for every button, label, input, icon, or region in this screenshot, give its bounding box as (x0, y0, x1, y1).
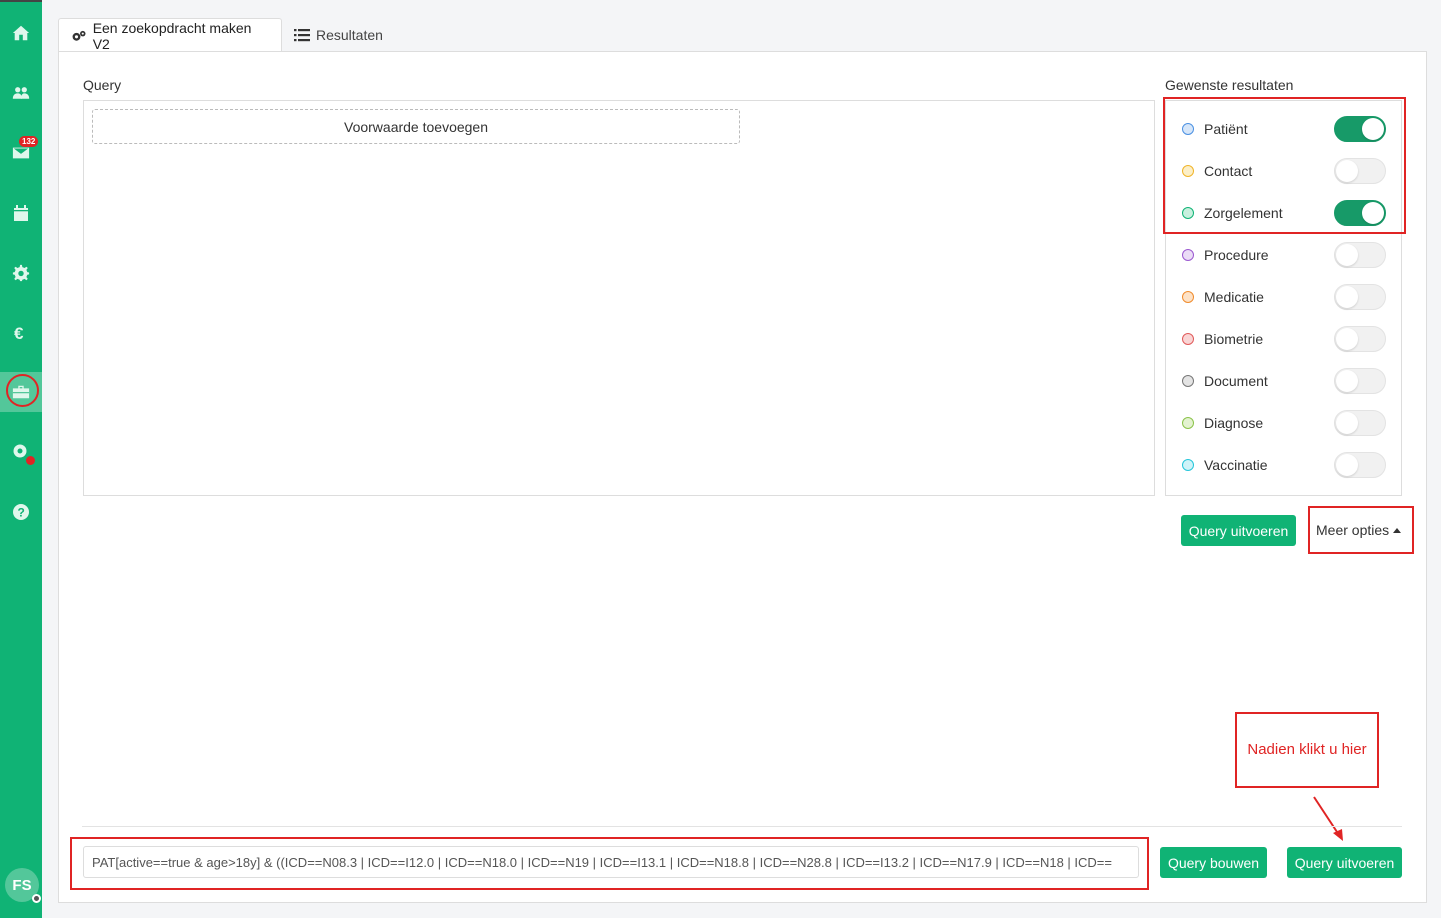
caret-up-icon (1393, 527, 1402, 533)
annotation-arrow-icon (1313, 796, 1343, 841)
result-row-vaccinatie: Vaccinatie (1182, 451, 1386, 479)
color-dot (1182, 249, 1194, 261)
desired-results-label: Gewenste resultaten (1165, 77, 1294, 93)
tab-create-query[interactable]: Een zoekopdracht maken V2 (58, 18, 282, 52)
result-row-biometrie: Biometrie (1182, 325, 1386, 353)
result-row-medicatie: Medicatie (1182, 283, 1386, 311)
color-dot (1182, 417, 1194, 429)
divider (82, 826, 1402, 827)
list-icon (294, 29, 310, 42)
result-name: Document (1204, 373, 1268, 389)
run-query-bottom-button[interactable]: Query uitvoeren (1287, 847, 1402, 878)
color-dot (1182, 333, 1194, 345)
nav-rocket[interactable] (0, 432, 42, 472)
nav-briefcase[interactable] (0, 372, 42, 412)
highlight-circle (6, 374, 39, 407)
result-row-procedure: Procedure (1182, 241, 1386, 269)
nav-finance[interactable]: € (0, 313, 42, 353)
notification-dot (26, 456, 35, 465)
gear-icon (12, 264, 30, 282)
nav-users[interactable] (0, 73, 42, 113)
euro-icon: € (14, 324, 24, 342)
result-row-diagnose: Diagnose (1182, 409, 1386, 437)
result-row-document: Document (1182, 367, 1386, 395)
toggle-medicatie[interactable] (1334, 284, 1386, 310)
highlight-box-results (1163, 97, 1406, 234)
toggle-procedure[interactable] (1334, 242, 1386, 268)
annotation-note: Nadien klikt u hier (1235, 712, 1379, 788)
sidebar: 132 € ? FS (0, 0, 42, 918)
result-name: Procedure (1204, 247, 1269, 263)
tab-results[interactable]: Resultaten (282, 18, 402, 52)
svg-text:€: € (14, 324, 24, 342)
add-condition-button[interactable]: Voorwaarde toevoegen (92, 109, 740, 144)
query-editor (83, 100, 1155, 496)
result-name: Vaccinatie (1204, 457, 1268, 473)
nav-home[interactable] (0, 13, 42, 53)
help-icon: ? (13, 504, 29, 520)
more-options-label: Meer opties (1316, 522, 1390, 538)
nav-help[interactable]: ? (0, 492, 42, 532)
tab-label: Een zoekopdracht maken V2 (92, 19, 252, 52)
query-label: Query (83, 77, 122, 93)
nav-settings[interactable] (0, 253, 42, 293)
query-string-input[interactable]: PAT[active==true & age>18y] & ((ICD==N08… (83, 846, 1139, 878)
color-dot (1182, 375, 1194, 387)
color-dot (1182, 459, 1194, 471)
users-icon (12, 87, 30, 99)
result-name: Biometrie (1204, 331, 1264, 347)
status-indicator (32, 894, 41, 903)
nav-messages[interactable]: 132 (0, 133, 42, 173)
svg-text:?: ? (18, 506, 25, 520)
message-count-badge: 132 (19, 136, 39, 147)
avatar-initials: FS (12, 876, 32, 894)
run-query-button[interactable]: Query uitvoeren (1181, 515, 1296, 546)
gears-icon (72, 30, 86, 41)
result-name: Diagnose (1204, 415, 1264, 431)
build-query-button[interactable]: Query bouwen (1160, 847, 1267, 878)
color-dot (1182, 291, 1194, 303)
toggle-diagnose[interactable] (1334, 410, 1386, 436)
more-options-button[interactable]: Meer opties (1312, 515, 1405, 545)
avatar[interactable]: FS (5, 868, 41, 903)
result-name: Medicatie (1204, 289, 1264, 305)
toggle-biometrie[interactable] (1334, 326, 1386, 352)
toggle-document[interactable] (1334, 368, 1386, 394)
calendar-icon (14, 205, 28, 221)
nav-calendar[interactable] (0, 193, 42, 233)
home-icon (12, 25, 30, 41)
tab-label: Resultaten (316, 27, 383, 43)
toggle-vaccinatie[interactable] (1334, 452, 1386, 478)
